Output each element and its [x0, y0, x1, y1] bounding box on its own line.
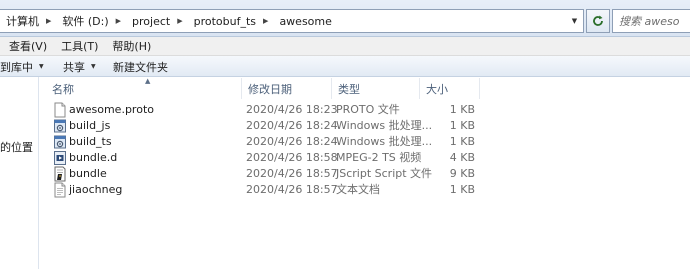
file-date: 2020/4/26 18:23	[246, 103, 338, 116]
breadcrumb-label: project	[132, 14, 171, 28]
new-folder-button[interactable]: 新建文件夹	[113, 56, 168, 77]
file-name: bundle.d	[69, 151, 118, 164]
text-file-icon	[54, 182, 66, 198]
address-dropdown-icon[interactable]: ▼	[566, 10, 583, 32]
new-folder-label: 新建文件夹	[113, 60, 168, 74]
column-header-date[interactable]: 修改日期	[242, 78, 332, 99]
column-header-label: 大小	[426, 82, 448, 96]
file-row[interactable]: jiaochneg 2020/4/26 18:57 文本文档 1 KB	[51, 182, 481, 198]
file-name: build_ts	[69, 135, 112, 148]
breadcrumb-label: 软件 (D:)	[62, 15, 109, 28]
file-row[interactable]: awesome.proto 2020/4/26 18:23 PROTO 文件 1…	[51, 102, 481, 118]
column-header-label: 名称	[52, 82, 74, 96]
batch-file-icon	[54, 135, 66, 149]
breadcrumb-arrow-icon[interactable]: ▶	[116, 17, 121, 25]
file-name: awesome.proto	[69, 103, 154, 116]
file-date: 2020/4/26 18:57	[246, 183, 338, 196]
address-bar[interactable]: 计算机 ▶ 软件 (D:) ▶ project ▶ protobuf_ts ▶ …	[0, 9, 584, 33]
sort-ascending-icon: ▲	[145, 77, 151, 85]
file-name: jiaochneg	[69, 183, 123, 196]
column-header-name[interactable]: 名称	[46, 78, 242, 99]
script-file-icon	[54, 166, 66, 182]
breadcrumb-drive[interactable]: 软件 (D:) ▶	[56, 10, 126, 32]
video-file-icon	[54, 151, 66, 165]
column-header-label: 类型	[338, 82, 360, 96]
chevron-down-icon: ▼	[39, 63, 44, 70]
file-date: 2020/4/26 18:57	[246, 167, 338, 180]
breadcrumb-arrow-icon[interactable]: ▶	[263, 17, 268, 25]
file-row[interactable]: bundle.d 2020/4/26 18:58 MPEG-2 TS 视频 4 …	[51, 150, 481, 166]
breadcrumb-awesome[interactable]: awesome	[273, 10, 336, 32]
file-size: 1 KB	[449, 103, 475, 116]
share-label: 共享	[63, 60, 85, 74]
command-bar: 到库中 ▼ 共享 ▼ 新建文件夹	[0, 56, 690, 77]
file-size: 1 KB	[449, 119, 475, 132]
file-size: 9 KB	[449, 167, 475, 180]
file-date: 2020/4/26 18:24	[246, 135, 338, 148]
menu-help[interactable]: 帮助(H)	[112, 38, 151, 54]
menu-bar: 查看(V) 工具(T) 帮助(H)	[0, 37, 690, 56]
file-size: 4 KB	[449, 151, 475, 164]
column-header-type[interactable]: 类型	[332, 78, 420, 99]
menu-view[interactable]: 查看(V)	[9, 38, 47, 54]
address-bar-area: 计算机 ▶ 软件 (D:) ▶ project ▶ protobuf_ts ▶ …	[0, 0, 690, 37]
file-type: Windows 批处理...	[336, 135, 433, 148]
menu-tools[interactable]: 工具(T)	[61, 38, 98, 54]
column-header-size[interactable]: 大小	[420, 78, 480, 99]
include-in-library-label: 到库中	[0, 60, 33, 74]
refresh-button[interactable]	[586, 9, 610, 33]
breadcrumb-label: 计算机	[6, 15, 39, 28]
file-row[interactable]: build_js 2020/4/26 18:24 Windows 批处理... …	[51, 118, 481, 134]
breadcrumb-computer[interactable]: 计算机 ▶	[0, 10, 56, 32]
file-type: Windows 批处理...	[336, 119, 433, 132]
file-type: 文本文档	[336, 183, 380, 196]
file-size: 1 KB	[449, 135, 475, 148]
navigation-pane[interactable]: 的位置	[0, 77, 39, 269]
breadcrumb-project[interactable]: project ▶	[126, 10, 188, 32]
include-in-library-button[interactable]: 到库中 ▼	[0, 56, 44, 77]
refresh-icon	[593, 15, 603, 26]
share-button[interactable]: 共享 ▼	[63, 56, 96, 77]
file-size: 1 KB	[449, 183, 475, 196]
file-row[interactable]: bundle 2020/4/26 18:57 JScript Script 文件…	[51, 166, 481, 182]
chevron-down-icon: ▼	[91, 63, 96, 70]
breadcrumb-label: protobuf_ts	[193, 14, 257, 28]
batch-file-icon	[54, 119, 66, 133]
column-header-label: 修改日期	[248, 82, 292, 96]
file-type: JScript Script 文件	[336, 167, 433, 180]
breadcrumb-protobuf-ts[interactable]: protobuf_ts ▶	[188, 10, 274, 32]
file-row[interactable]: build_ts 2020/4/26 18:24 Windows 批处理... …	[51, 134, 481, 150]
file-type: MPEG-2 TS 视频	[336, 151, 422, 164]
blank-file-icon	[54, 102, 66, 118]
breadcrumb-arrow-icon[interactable]: ▶	[46, 17, 51, 25]
breadcrumb-label: awesome	[279, 14, 332, 28]
file-name: bundle	[69, 167, 107, 180]
file-type: PROTO 文件	[336, 103, 400, 116]
search-box[interactable]	[612, 9, 690, 33]
file-date: 2020/4/26 18:24	[246, 119, 338, 132]
breadcrumb-arrow-icon[interactable]: ▶	[177, 17, 182, 25]
search-input[interactable]	[619, 14, 679, 28]
file-name: build_js	[69, 119, 111, 132]
nav-item-label[interactable]: 的位置	[0, 139, 33, 155]
file-date: 2020/4/26 18:58	[246, 151, 338, 164]
